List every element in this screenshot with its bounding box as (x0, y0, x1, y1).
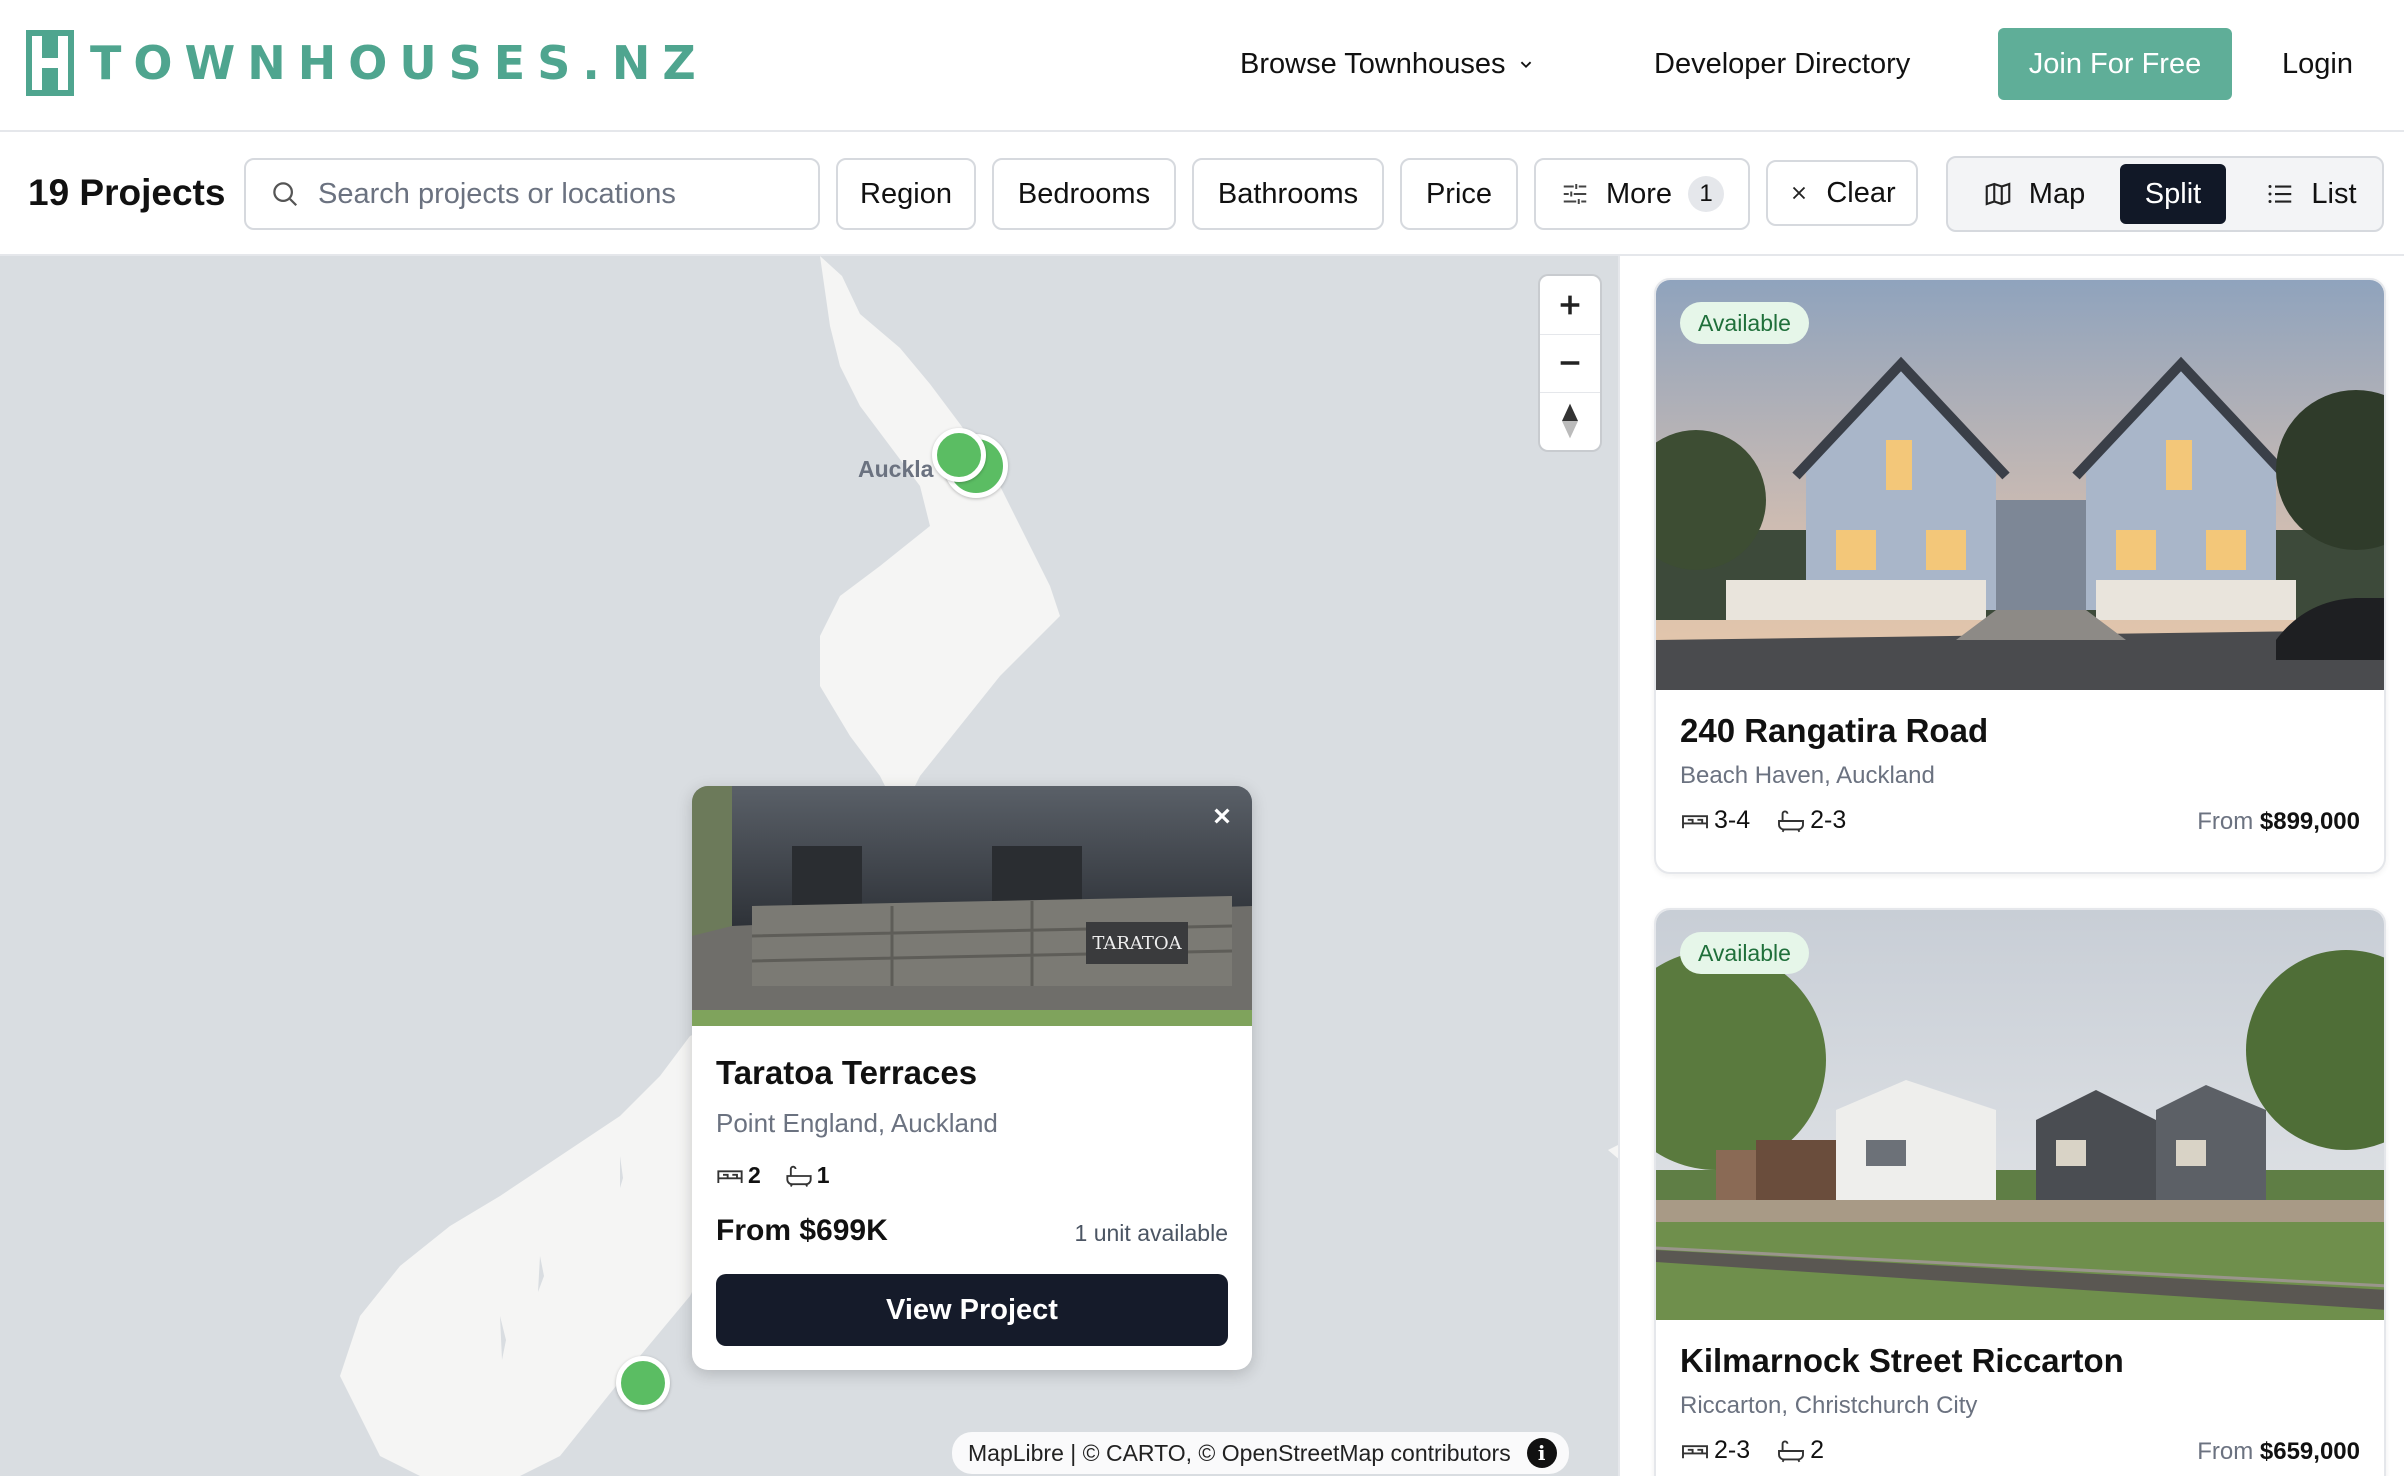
listing-card[interactable]: Available 240 Rangatira Road Beach Haven… (1654, 278, 2386, 874)
listing-specs: 2-3 2 (1680, 1436, 1850, 1465)
popup-specs: 2 1 (716, 1162, 854, 1189)
zoom-out-button[interactable] (1540, 334, 1600, 392)
map-view-button[interactable]: Map (1964, 164, 2104, 224)
listing-price-value: $659,000 (2259, 1438, 2360, 1465)
listing-title: 240 Rangatira Road (1680, 712, 1989, 749)
listings-panel: Available 240 Rangatira Road Beach Haven… (1622, 256, 2404, 1476)
bath-icon (1778, 1439, 1805, 1462)
map-city-label: Auckla (858, 456, 934, 482)
more-filters-label: More (1605, 177, 1673, 210)
bath-icon (786, 1165, 812, 1187)
bed-icon (717, 1169, 743, 1183)
split-view-button[interactable]: Split (2120, 164, 2226, 224)
map-icon (1985, 182, 2011, 206)
listing-title: Kilmarnock Street Riccarton (1680, 1342, 2124, 1379)
bedrooms-filter-label: Bedrooms (1017, 177, 1151, 210)
popup-project-photo: TARATOA (692, 786, 1252, 1026)
compass-icon (1562, 403, 1578, 439)
compass-button[interactable] (1540, 392, 1600, 450)
map-marker[interactable] (616, 1356, 670, 1410)
listing-location: Riccarton, Christchurch City (1680, 1392, 1978, 1419)
listing-bedrooms-value: 3-4 (1714, 806, 1751, 834)
map-view-label: Map (2028, 177, 2086, 210)
login-link[interactable]: Login (2282, 28, 2353, 100)
search-input[interactable] (318, 177, 798, 211)
clear-filters-label: Clear (1826, 176, 1896, 209)
browse-townhouses-menu[interactable]: Browse Townhouses (1240, 28, 1537, 100)
region-filter-label: Region (860, 177, 952, 210)
close-icon (1793, 186, 1806, 200)
popup-price: From $699K (716, 1214, 888, 1247)
bathrooms-filter-button[interactable]: Bathrooms (1192, 158, 1384, 230)
listing-price-value: $899,000 (2259, 808, 2360, 835)
clear-filters-button[interactable]: Clear (1766, 160, 1918, 226)
bedrooms-filter-button[interactable]: Bedrooms (992, 158, 1176, 230)
logo-text: TOWNHOUSES.NZ (90, 36, 708, 90)
listing-price-prefix: From (2197, 808, 2254, 835)
listing-bathrooms: 2-3 (1776, 806, 1846, 835)
more-filters-count-badge: 1 (1688, 176, 1725, 212)
listing-bathrooms: 2 (1776, 1436, 1824, 1465)
search-icon (273, 182, 298, 207)
listing-specs: 3-4 2-3 (1680, 806, 1872, 835)
plus-icon (1560, 295, 1580, 315)
browse-townhouses-label: Browse Townhouses (1240, 47, 1506, 80)
popup-close-button[interactable] (1204, 798, 1240, 834)
region-filter-button[interactable]: Region (836, 158, 976, 230)
listing-price: From $899,000 (2197, 808, 2360, 836)
filter-bar: 19 Projects Region Bedrooms Bathrooms Pr… (0, 132, 2404, 256)
view-toggle: Map Split List (1946, 156, 2384, 232)
more-filters-button[interactable]: More 1 (1534, 158, 1750, 230)
info-icon[interactable]: i (1526, 1438, 1557, 1468)
popup-bathrooms: 1 (785, 1162, 830, 1189)
listing-location: Beach Haven, Auckland (1680, 762, 1935, 789)
map-marker[interactable] (932, 428, 986, 482)
map-attribution: MapLibre | © CARTO, © OpenStreetMap cont… (952, 1432, 1569, 1474)
status-badge: Available (1680, 302, 1809, 344)
project-count: 19 Projects (28, 172, 226, 213)
listing-bathrooms-value: 2 (1810, 1436, 1825, 1464)
bed-icon (1682, 1444, 1708, 1458)
logo[interactable]: TOWNHOUSES.NZ (26, 30, 708, 96)
listing-bedrooms-value: 2-3 (1714, 1436, 1751, 1464)
minus-icon (1560, 361, 1580, 365)
popup-sign-text: TARATOA (1092, 933, 1182, 954)
map-zoom-controls (1540, 276, 1600, 450)
list-icon (2268, 185, 2292, 203)
list-view-label: List (2311, 177, 2357, 210)
listing-price-prefix: From (2197, 1438, 2254, 1465)
price-filter-button[interactable]: Price (1400, 158, 1518, 230)
project-popup: TARATOA Taratoa Terraces Point England, … (692, 786, 1252, 1370)
status-badge: Available (1680, 932, 1809, 974)
price-filter-label: Price (1425, 177, 1493, 210)
popup-availability: 1 unit available (1074, 1220, 1228, 1246)
bath-icon (1778, 809, 1805, 832)
logo-mark-icon (26, 30, 74, 96)
sliders-icon (1563, 184, 1587, 204)
map-attribution-text: MapLibre | © CARTO, © OpenStreetMap cont… (968, 1439, 1511, 1466)
map-canvas[interactable]: Auckla MapLibre | © CARTO, © OpenStreetM… (0, 256, 1620, 1476)
bathrooms-filter-label: Bathrooms (1217, 177, 1359, 210)
listing-bathrooms-value: 2-3 (1810, 806, 1847, 834)
zoom-in-button[interactable] (1540, 276, 1600, 334)
join-for-free-button[interactable]: Join For Free (1998, 28, 2232, 100)
listing-card[interactable]: Available Kilmarnock Street Riccarton Ri… (1654, 908, 2386, 1476)
listing-bedrooms: 3-4 (1680, 806, 1750, 835)
listing-bedrooms: 2-3 (1680, 1436, 1750, 1465)
search-box[interactable] (244, 158, 820, 230)
site-header: TOWNHOUSES.NZ Browse Townhouses Develope… (0, 0, 2404, 132)
popup-bedrooms: 2 (716, 1162, 761, 1189)
popup-location: Point England, Auckland (716, 1108, 998, 1138)
popup-bathrooms-value: 1 (816, 1162, 830, 1188)
bed-icon (1682, 814, 1708, 828)
listing-price: From $659,000 (2197, 1438, 2360, 1466)
list-view-button[interactable]: List (2248, 164, 2374, 224)
chevron-down-icon (1521, 61, 1532, 69)
developer-directory-link[interactable]: Developer Directory (1654, 28, 1910, 100)
split-view-label: Split (2144, 177, 2202, 210)
popup-bedrooms-value: 2 (748, 1162, 761, 1188)
popup-title: Taratoa Terraces (716, 1054, 978, 1091)
view-project-button[interactable]: View Project (716, 1274, 1228, 1346)
close-icon (1214, 808, 1230, 824)
